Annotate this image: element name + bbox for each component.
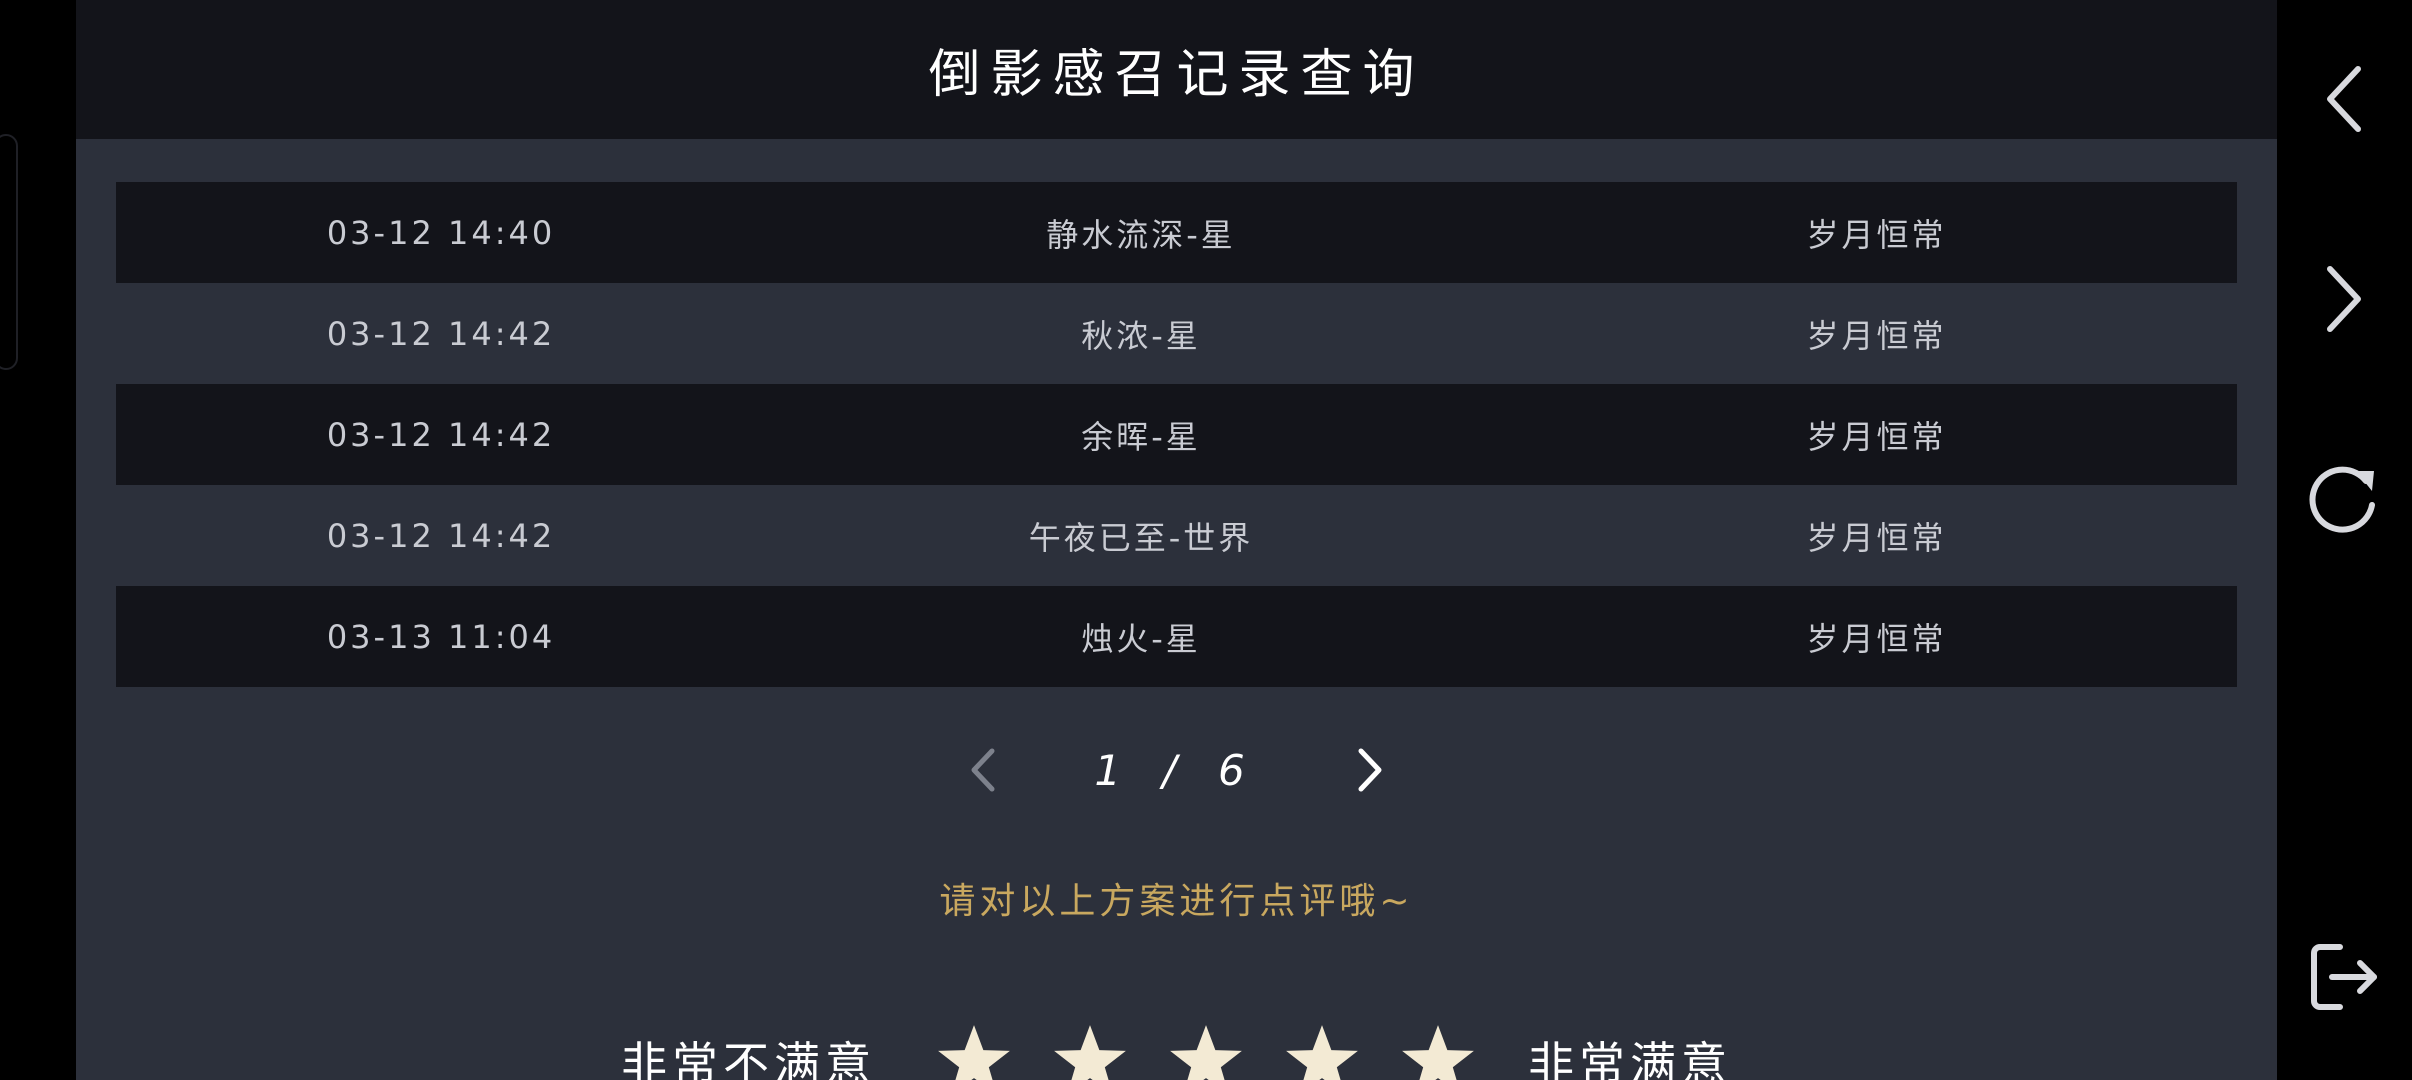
chevron-left-icon	[971, 748, 995, 792]
rating-prompt: 请对以上方案进行点评哦~	[939, 881, 1414, 922]
rating-bar: 非常不满意 非常满意	[76, 1016, 2277, 1080]
chevron-right-icon	[1358, 748, 1382, 792]
control-rail	[2277, 0, 2412, 1080]
page-indicator: 1 / 6	[1094, 746, 1258, 795]
row-tag: 岁月恒常	[1806, 215, 1947, 254]
table-row: 03-13 11:04 烛火-星 岁月恒常	[116, 586, 2237, 687]
row-name: 烛火-星	[1081, 619, 1201, 658]
row-time: 03-12 14:42	[326, 415, 556, 454]
table-row: 03-12 14:42 午夜已至-世界 岁月恒常	[116, 485, 2237, 586]
table-row: 03-12 14:42 余晖-星 岁月恒常	[116, 384, 2237, 485]
table-row: 03-12 14:40 静水流深-星 岁月恒常	[116, 182, 2237, 283]
page-separator: /	[1162, 745, 1191, 795]
star-icon[interactable]	[1167, 1022, 1245, 1080]
row-name: 午夜已至-世界	[1028, 518, 1254, 557]
screen-edge-notch	[0, 134, 18, 370]
row-name: 静水流深-星	[1046, 215, 1236, 254]
rating-low-label: 非常不满意	[621, 1037, 876, 1080]
page-total: 6	[1217, 745, 1259, 795]
page-title: 倒影感召记录查询	[928, 45, 1425, 105]
row-tag: 岁月恒常	[1806, 417, 1947, 456]
row-time: 03-12 14:42	[326, 516, 556, 555]
next-page-button[interactable]	[1339, 740, 1399, 800]
back-button[interactable]	[2299, 54, 2389, 144]
page-header: 倒影感召记录查询	[76, 0, 2277, 139]
exit-button[interactable]	[2299, 932, 2389, 1022]
row-time: 03-12 14:40	[326, 213, 556, 252]
row-time: 03-12 14:42	[326, 314, 556, 353]
row-tag: 岁月恒常	[1806, 316, 1947, 355]
record-panel: 倒影感召记录查询 03-12 14:40 静水流深-星 岁月恒常 03-12 1…	[76, 0, 2277, 1080]
row-time: 03-13 11:04	[326, 617, 556, 656]
forward-arrow-icon	[2327, 266, 2361, 332]
exit-icon	[2311, 944, 2377, 1010]
page-current: 1	[1094, 745, 1136, 795]
row-name: 秋浓-星	[1081, 316, 1201, 355]
back-arrow-icon	[2327, 66, 2361, 132]
star-icon[interactable]	[1399, 1022, 1477, 1080]
refresh-button[interactable]	[2299, 456, 2389, 546]
row-tag: 岁月恒常	[1806, 619, 1947, 658]
row-tag: 岁月恒常	[1806, 518, 1947, 557]
record-table[interactable]: 03-12 14:40 静水流深-星 岁月恒常 03-12 14:42 秋浓-星…	[116, 81, 2237, 687]
star-icon[interactable]	[1051, 1022, 1129, 1080]
app-screen: 倒影感召记录查询 03-12 14:40 静水流深-星 岁月恒常 03-12 1…	[0, 0, 2412, 1080]
star-icon[interactable]	[935, 1022, 1013, 1080]
pagination: 1 / 6	[76, 730, 2277, 810]
forward-button[interactable]	[2299, 254, 2389, 344]
rating-high-label: 非常满意	[1528, 1037, 1732, 1080]
star-icon[interactable]	[1283, 1022, 1361, 1080]
row-name: 余晖-星	[1081, 417, 1201, 456]
table-row: 03-12 14:42 秋浓-星 岁月恒常	[116, 283, 2237, 384]
refresh-icon	[2309, 466, 2375, 533]
prev-page-button[interactable]	[954, 740, 1014, 800]
